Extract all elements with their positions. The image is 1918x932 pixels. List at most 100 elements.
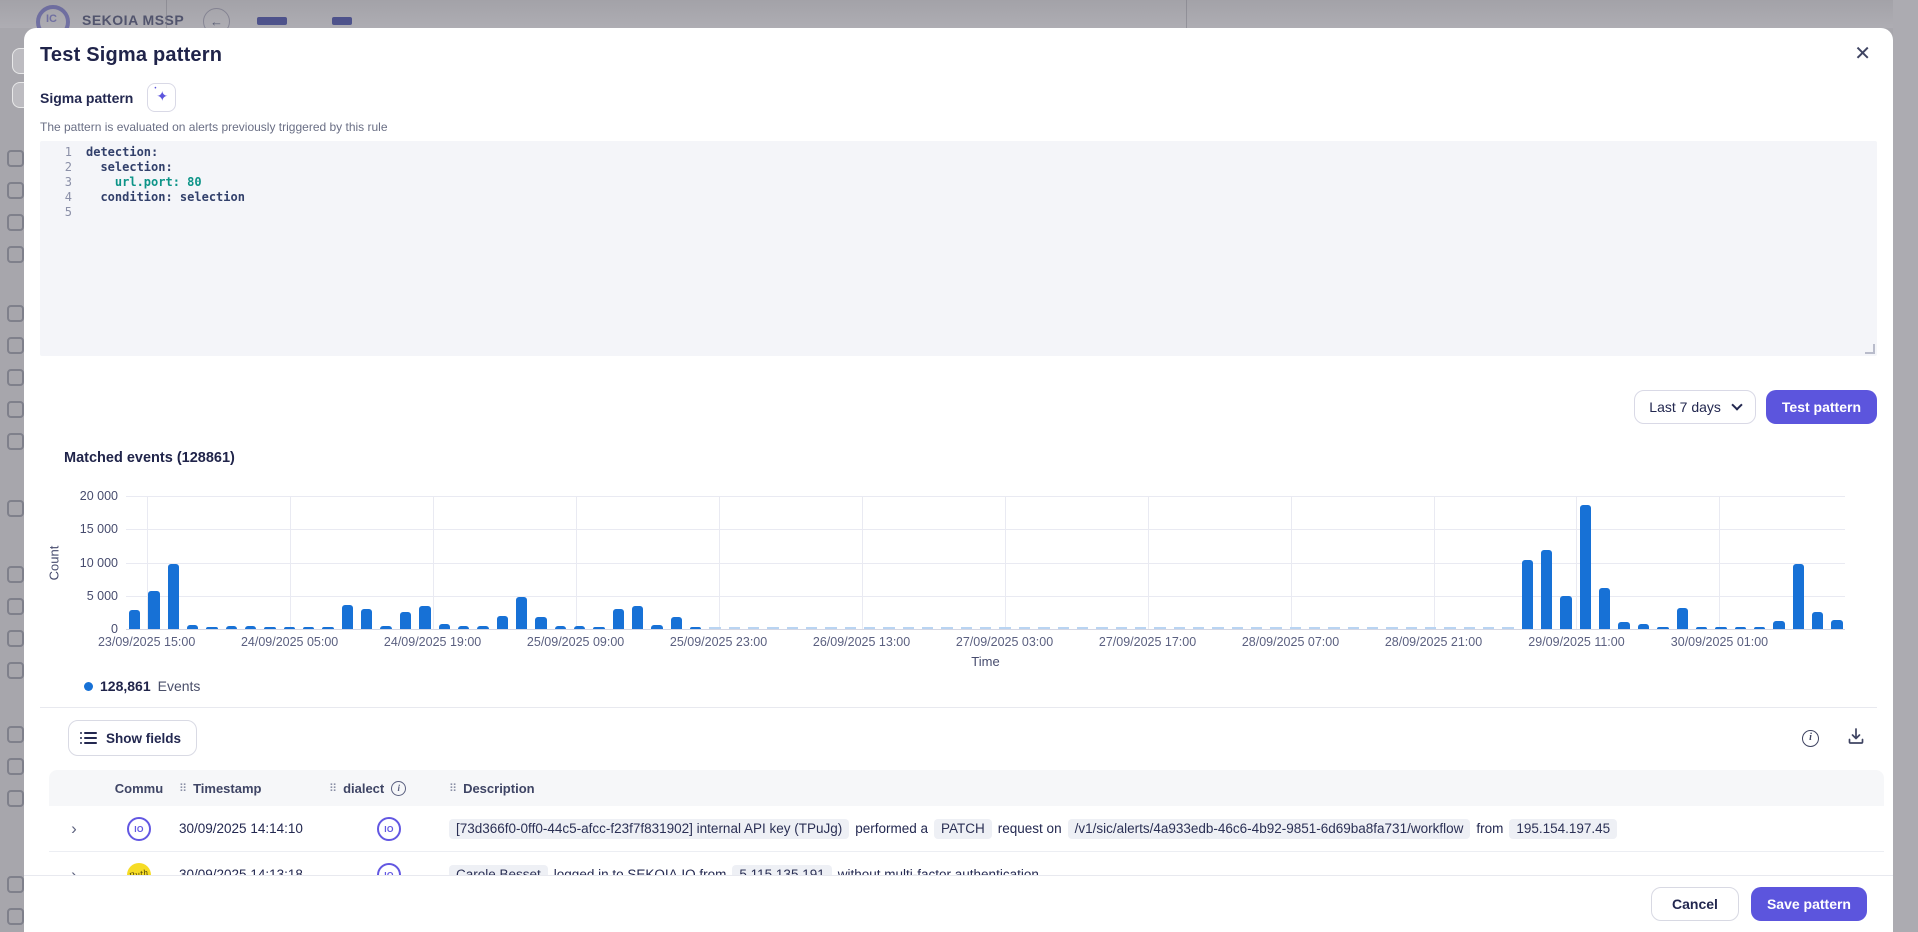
events-bar-chart: Count 20 00015 00010 0005 0000 bbox=[40, 496, 1845, 629]
bar bbox=[187, 625, 198, 629]
bar bbox=[477, 626, 488, 629]
column-header-dialect[interactable]: dialect bbox=[343, 781, 384, 796]
bar bbox=[1580, 505, 1591, 629]
clipped-sidebar-icon bbox=[7, 908, 24, 925]
section-divider bbox=[40, 707, 1877, 708]
bar bbox=[264, 627, 275, 629]
bar bbox=[1251, 627, 1262, 629]
bar bbox=[1038, 627, 1049, 629]
bar bbox=[1406, 627, 1417, 629]
bar bbox=[129, 610, 140, 629]
clipped-sidebar-icon bbox=[7, 500, 24, 517]
bar bbox=[1502, 627, 1513, 629]
sigma-code-editor[interactable]: 1detection:2 selection:3 url.port: 804 c… bbox=[40, 141, 1877, 356]
drag-handle-icon[interactable]: ⠿ bbox=[449, 782, 456, 795]
y-tick-label: 5 000 bbox=[87, 589, 118, 603]
y-tick-label: 10 000 bbox=[80, 556, 118, 570]
bar bbox=[1677, 608, 1688, 629]
bar bbox=[922, 627, 933, 629]
show-fields-label: Show fields bbox=[106, 731, 181, 746]
clipped-sidebar-icon bbox=[7, 214, 24, 231]
bar bbox=[1638, 624, 1649, 629]
bar bbox=[903, 627, 914, 629]
drag-handle-icon[interactable]: ⠿ bbox=[179, 782, 186, 795]
matched-events-table: Commu ⠿ Timestamp ⠿ dialect i ⠿ Descript… bbox=[49, 770, 1884, 888]
bar bbox=[1096, 627, 1107, 629]
bar bbox=[709, 627, 720, 629]
dialect-info-icon[interactable]: i bbox=[391, 781, 406, 796]
drag-handle-icon[interactable]: ⠿ bbox=[329, 782, 336, 795]
download-icon[interactable] bbox=[1847, 727, 1865, 750]
editor-resize-handle[interactable] bbox=[1865, 344, 1875, 354]
bar bbox=[787, 627, 798, 629]
expand-row-icon[interactable]: › bbox=[49, 819, 99, 839]
bar bbox=[1773, 621, 1784, 629]
bar bbox=[999, 627, 1010, 629]
bar bbox=[168, 564, 179, 629]
column-header-community[interactable]: Commu bbox=[115, 781, 163, 796]
bar bbox=[883, 627, 894, 629]
chart-plot bbox=[126, 496, 1845, 629]
bar bbox=[322, 627, 333, 629]
dialog-title: Test Sigma pattern bbox=[40, 44, 222, 67]
bar-series bbox=[129, 496, 1842, 629]
sparkle-dot-icon: • bbox=[154, 86, 156, 92]
cancel-button[interactable]: Cancel bbox=[1651, 887, 1739, 921]
sparkle-icon: ✦ bbox=[156, 88, 168, 105]
bar bbox=[458, 626, 469, 629]
bar bbox=[1019, 627, 1030, 629]
bar bbox=[1270, 627, 1281, 629]
bar bbox=[1309, 627, 1320, 629]
dimmed-app-header: SEKOIA MSSP ← bbox=[0, 0, 1918, 28]
code-line: 5 bbox=[40, 205, 1877, 220]
legend-dot-icon bbox=[84, 682, 93, 691]
bar bbox=[1425, 627, 1436, 629]
bar bbox=[671, 617, 682, 629]
bar bbox=[1560, 596, 1571, 629]
x-tick-label: 30/09/2025 01:00 bbox=[1671, 635, 1768, 649]
x-tick-label: 27/09/2025 17:00 bbox=[1099, 635, 1196, 649]
time-range-dropdown[interactable]: Last 7 days bbox=[1634, 390, 1756, 424]
value-chip: 195.154.197.45 bbox=[1509, 819, 1617, 839]
description-cell: [73d366f0-0ff0-44c5-afcc-f23f7f831902] i… bbox=[449, 819, 1884, 839]
ai-sparkle-button[interactable]: ✦ • bbox=[147, 83, 176, 112]
save-pattern-button[interactable]: Save pattern bbox=[1751, 887, 1867, 921]
bar bbox=[593, 627, 604, 629]
bar bbox=[148, 591, 159, 629]
column-header-timestamp[interactable]: Timestamp bbox=[193, 781, 261, 796]
column-header-description[interactable]: Description bbox=[463, 781, 535, 796]
bar bbox=[941, 627, 952, 629]
bar bbox=[613, 609, 624, 629]
time-range-value: Last 7 days bbox=[1649, 399, 1721, 415]
show-fields-button[interactable]: Show fields bbox=[68, 720, 197, 756]
bar bbox=[1522, 560, 1533, 629]
bar bbox=[651, 625, 662, 629]
bar bbox=[1212, 627, 1223, 629]
bar bbox=[767, 627, 778, 629]
x-tick-label: 28/09/2025 07:00 bbox=[1242, 635, 1339, 649]
timestamp-cell: 30/09/2025 14:14:10 bbox=[179, 821, 329, 836]
close-icon[interactable]: ✕ bbox=[1854, 44, 1871, 64]
clipped-sidebar-icon bbox=[7, 876, 24, 893]
bar bbox=[400, 612, 411, 629]
x-tick-label: 25/09/2025 09:00 bbox=[527, 635, 624, 649]
clipped-sidebar-icon bbox=[7, 150, 24, 167]
bar bbox=[1618, 622, 1629, 629]
clipped-sidebar-icon bbox=[7, 726, 24, 743]
panel-divider bbox=[1186, 0, 1187, 28]
x-tick-label: 24/09/2025 19:00 bbox=[384, 635, 481, 649]
code-line: 1detection: bbox=[40, 145, 1877, 160]
bar bbox=[748, 627, 759, 629]
clipped-sidebar-icon bbox=[7, 401, 24, 418]
legend-count: 128,861 bbox=[100, 678, 151, 694]
legend-series-name: Events bbox=[158, 678, 201, 694]
table-row[interactable]: › IO 30/09/2025 14:14:10 IO [73d366f0-0f… bbox=[49, 806, 1884, 852]
bar bbox=[1058, 627, 1069, 629]
info-icon[interactable]: i bbox=[1802, 730, 1819, 747]
test-pattern-button[interactable]: Test pattern bbox=[1766, 390, 1877, 424]
bar bbox=[1328, 627, 1339, 629]
bar bbox=[206, 627, 217, 629]
bar bbox=[1232, 627, 1243, 629]
code-line: 3 url.port: 80 bbox=[40, 175, 1877, 190]
matched-events-heading: Matched events (128861) bbox=[64, 450, 1877, 466]
